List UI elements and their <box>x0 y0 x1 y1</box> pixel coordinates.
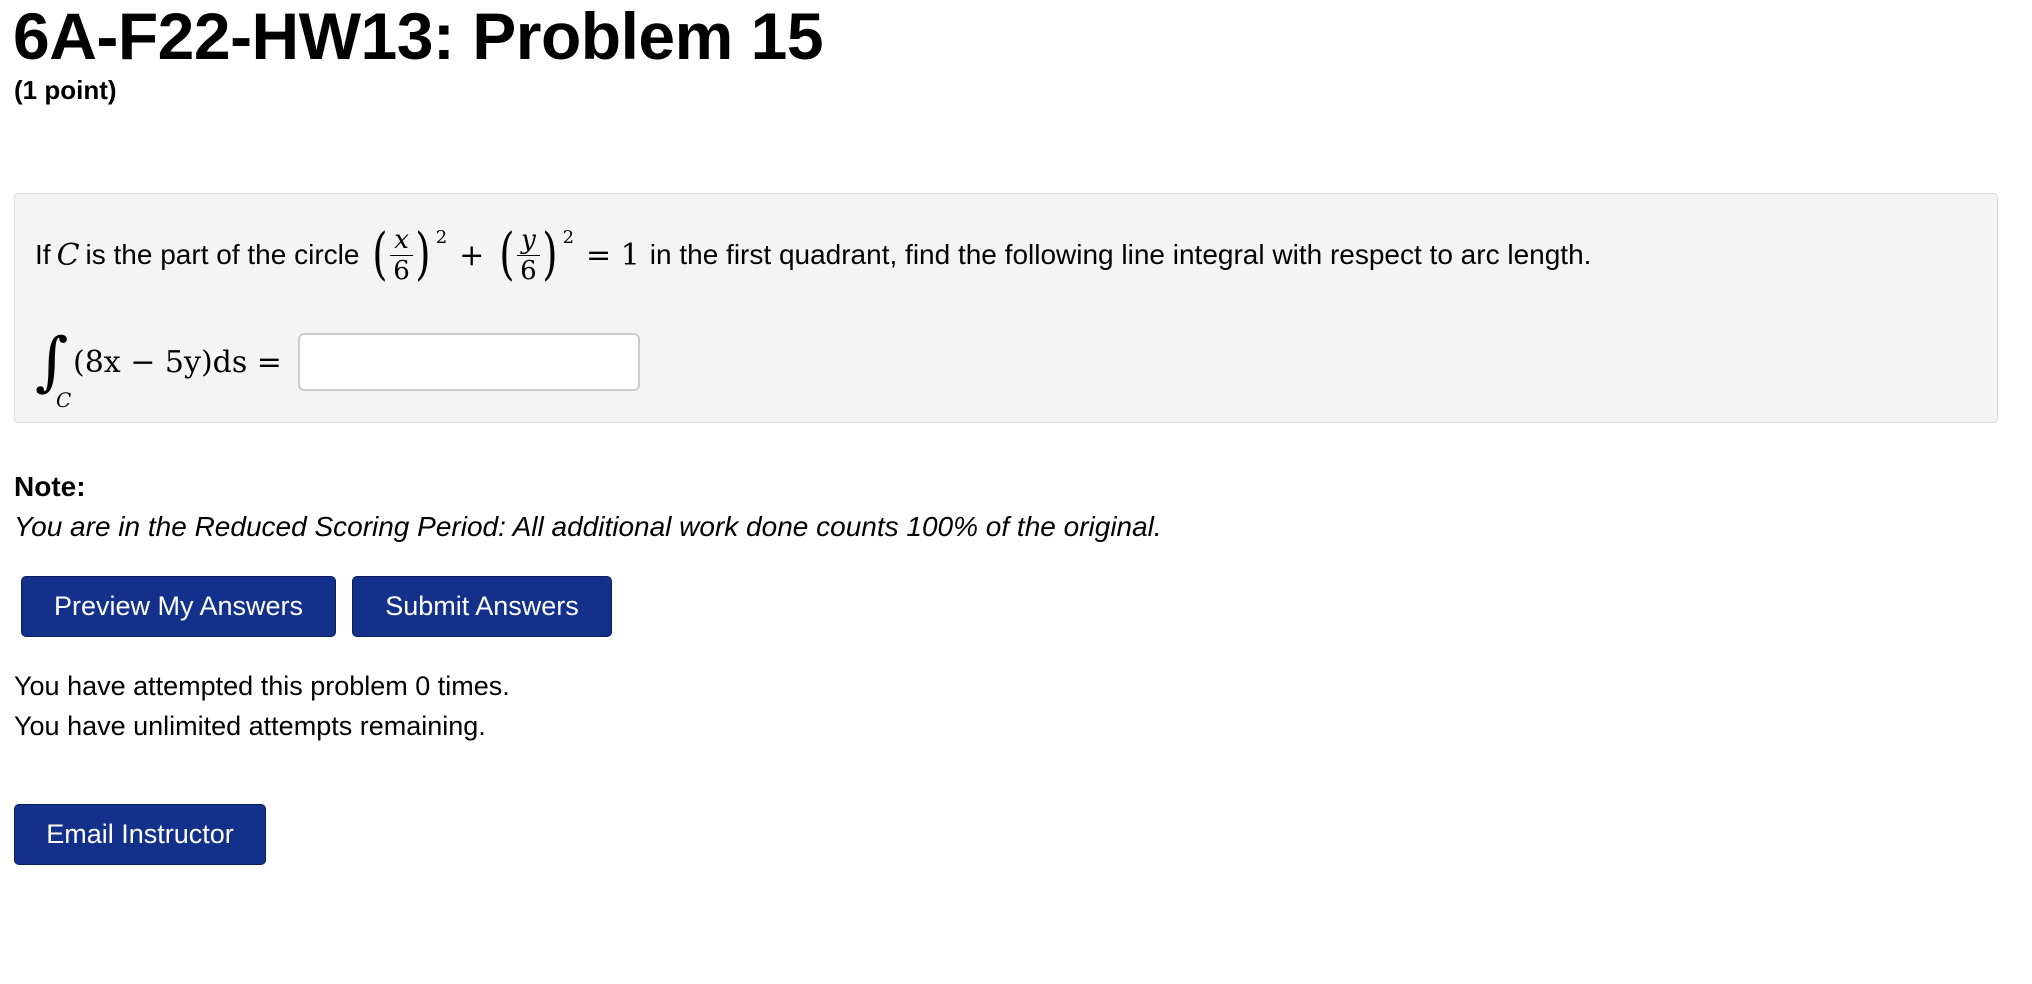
statement-end-text: in the first quadrant, find the followin… <box>649 239 1592 270</box>
integrand: (8x − 5y)ds = <box>73 344 282 380</box>
email-instructor-button[interactable]: Email Instructor <box>14 804 266 865</box>
problem-points: (1 point) <box>14 75 117 105</box>
problem-statement: If C is the part of the circle ( x 6 ) 2… <box>35 214 1591 296</box>
fraction-x-numerator: x <box>390 225 413 256</box>
attempts-remaining-text: You have unlimited attempts remaining. <box>14 711 486 741</box>
left-paren: ( <box>372 222 389 287</box>
preview-answers-button[interactable]: Preview My Answers <box>21 576 336 637</box>
note-label: Note: <box>14 471 86 502</box>
integral-symbol: ∫ C <box>35 330 71 410</box>
equals-one: = 1 <box>586 237 640 273</box>
exponent-y: 2 <box>562 226 575 248</box>
statement-intro: If <box>35 239 51 270</box>
fraction-x-denominator: 6 <box>393 255 410 286</box>
exponent-x: 2 <box>435 226 448 248</box>
right-paren: ) <box>415 222 431 287</box>
attempts-count-text: You have attempted this problem 0 times. <box>14 671 510 701</box>
answer-input[interactable] <box>297 333 640 391</box>
fraction-y-denominator: 6 <box>520 255 537 286</box>
curve-variable: C <box>56 237 80 273</box>
left-paren: ( <box>499 222 515 287</box>
note-text: You are in the Reduced Scoring Period: A… <box>14 511 1162 542</box>
plus-operator: + <box>459 237 485 273</box>
integral-subscript: C <box>56 388 72 412</box>
right-paren: ) <box>541 222 558 287</box>
statement-mid-text: is the part of the circle <box>85 239 360 270</box>
circle-equation: ( x 6 ) 2 + ( y 6 ) 2 = 1 <box>369 225 649 286</box>
submit-answers-button[interactable]: Submit Answers <box>352 576 612 637</box>
integral-row: ∫ C (8x − 5y)ds = <box>35 322 640 410</box>
problem-box: If C is the part of the circle ( x 6 ) 2… <box>14 193 1998 423</box>
fraction-y-numerator: y <box>517 225 540 256</box>
page-title: 6A-F22-HW13: Problem 15 <box>13 0 824 73</box>
fraction-x: x 6 <box>389 225 414 286</box>
fraction-y: y 6 <box>516 225 541 286</box>
